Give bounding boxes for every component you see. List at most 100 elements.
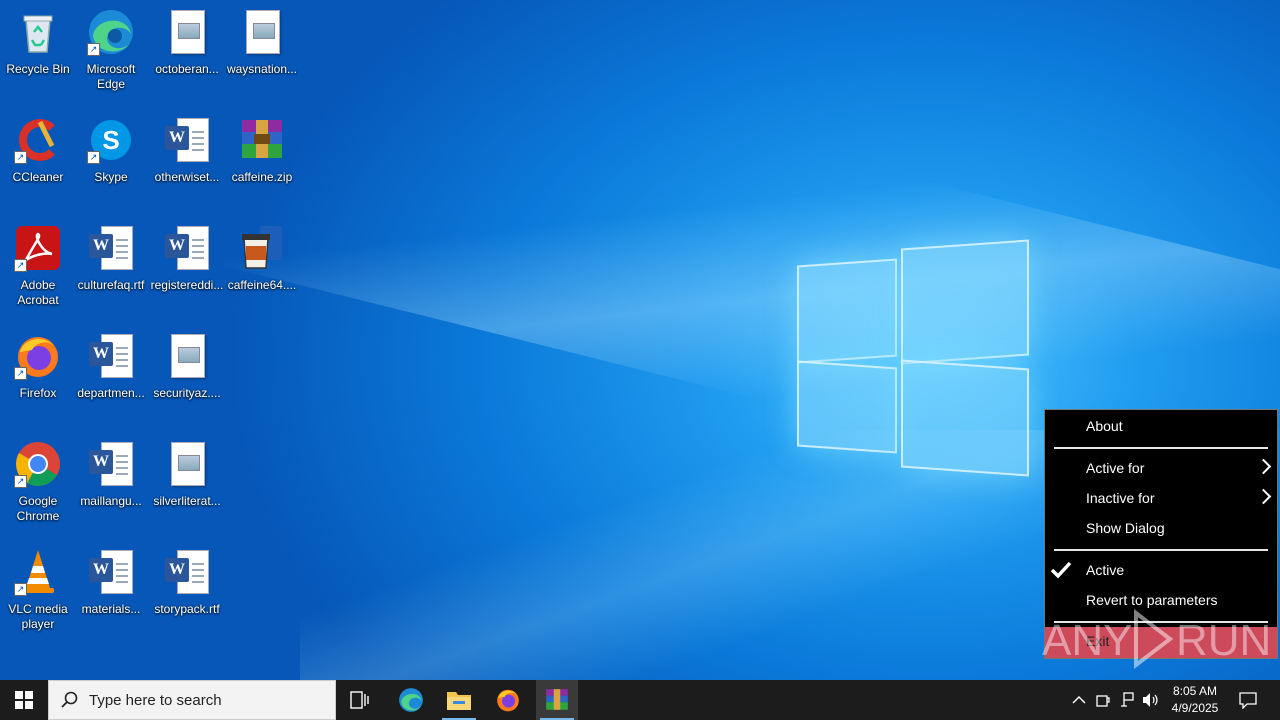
menu-item-about[interactable]: About bbox=[1045, 412, 1277, 442]
desktop-icon-word-rtf[interactable]: W registereddi... bbox=[149, 224, 225, 293]
svg-text:S: S bbox=[102, 125, 119, 155]
tray-volume-button[interactable] bbox=[1140, 680, 1162, 720]
taskbar-search-box[interactable]: Type here to search bbox=[48, 680, 336, 720]
image-file-icon bbox=[238, 8, 286, 56]
desktop-icon-word-rtf[interactable]: W materials... bbox=[73, 548, 149, 617]
winrar-archive-icon bbox=[238, 116, 286, 164]
menu-item-inactive-for[interactable]: Inactive for bbox=[1045, 484, 1277, 514]
taskbar-file-explorer[interactable] bbox=[438, 680, 480, 720]
desktop-icon-google-chrome[interactable]: ↗ Google Chrome bbox=[0, 440, 76, 524]
icon-label: CCleaner bbox=[12, 170, 64, 184]
icon-label: registereddi... bbox=[150, 278, 224, 292]
menu-item-label: Inactive for bbox=[1086, 490, 1155, 506]
taskbar-edge[interactable] bbox=[390, 680, 432, 720]
menu-item-revert[interactable]: Revert to parameters bbox=[1045, 586, 1277, 616]
desktop-icon-image-file[interactable]: octoberan... bbox=[149, 8, 225, 77]
shortcut-arrow-icon: ↗ bbox=[87, 151, 100, 164]
task-view-button[interactable] bbox=[340, 680, 380, 720]
word-document-icon: W bbox=[163, 224, 211, 272]
menu-item-label: Exit bbox=[1086, 633, 1110, 649]
taskbar: Type here to search bbox=[0, 680, 1280, 720]
word-document-icon: W bbox=[87, 548, 135, 596]
tray-context-menu: About Active for Inactive for Show Dialo… bbox=[1044, 409, 1278, 659]
icon-label: Recycle Bin bbox=[6, 62, 70, 76]
icon-label: waysnation... bbox=[226, 62, 298, 76]
desktop-icon-word-rtf[interactable]: W departmen... bbox=[73, 332, 149, 401]
icon-label: Adobe Acrobat bbox=[17, 278, 59, 307]
menu-item-label: Active bbox=[1086, 562, 1125, 578]
icon-label: Skype bbox=[94, 170, 128, 184]
windows-start-icon bbox=[15, 691, 33, 709]
firefox-icon bbox=[497, 689, 519, 712]
desktop-icon-word-rtf[interactable]: W otherwiset... bbox=[149, 116, 225, 185]
shortcut-arrow-icon: ↗ bbox=[14, 583, 27, 596]
icon-label: silverliterat... bbox=[153, 494, 221, 508]
desktop-icon-image-file[interactable]: silverliterat... bbox=[149, 440, 225, 509]
desktop-icon-adobe-acrobat[interactable]: ↗ Adobe Acrobat bbox=[0, 224, 76, 308]
skype-icon: S ↗ bbox=[87, 116, 135, 164]
tray-network-button[interactable] bbox=[1116, 680, 1138, 720]
desktop-icon-caffeine64[interactable]: caffeine64.... bbox=[224, 224, 300, 293]
menu-item-label: Active for bbox=[1086, 460, 1145, 476]
desktop-icon-microsoft-edge[interactable]: ↗ Microsoft Edge bbox=[73, 8, 149, 92]
clock-date: 4/9/2025 bbox=[1171, 701, 1219, 715]
action-center-button[interactable] bbox=[1228, 680, 1268, 720]
icon-label: culturefaq.rtf bbox=[77, 278, 145, 292]
menu-item-active[interactable]: Active bbox=[1045, 556, 1277, 586]
image-file-icon bbox=[163, 332, 211, 380]
icon-label: Microsoft Edge bbox=[86, 62, 136, 91]
menu-item-active-for[interactable]: Active for bbox=[1045, 454, 1277, 484]
menu-item-label: Revert to parameters bbox=[1086, 592, 1218, 608]
recycle-bin-icon bbox=[14, 8, 62, 56]
desktop-icon-ccleaner[interactable]: ↗ CCleaner bbox=[0, 116, 76, 185]
icon-label: VLC media player bbox=[8, 602, 68, 631]
edge-icon bbox=[399, 688, 423, 712]
icon-label: securityaz.... bbox=[153, 386, 221, 400]
word-document-icon: W bbox=[163, 548, 211, 596]
desktop-icon-vlc[interactable]: ↗ VLC media player bbox=[0, 548, 76, 632]
icon-label: storypack.rtf bbox=[154, 602, 220, 616]
taskbar-firefox[interactable] bbox=[487, 680, 529, 720]
icon-label: materials... bbox=[81, 602, 141, 616]
icon-label: caffeine64.... bbox=[227, 278, 297, 292]
icon-label: maillangu... bbox=[80, 494, 142, 508]
menu-item-exit[interactable]: Exit bbox=[1045, 627, 1277, 658]
icon-label: Google Chrome bbox=[16, 494, 60, 523]
winrar-icon bbox=[546, 689, 568, 710]
menu-item-label: Show Dialog bbox=[1086, 520, 1165, 536]
folder-icon bbox=[447, 692, 471, 710]
chevron-up-icon bbox=[1072, 695, 1086, 704]
desktop-icon-word-rtf[interactable]: W maillangu... bbox=[73, 440, 149, 509]
edge-icon: ↗ bbox=[87, 8, 135, 56]
task-view-icon bbox=[350, 691, 369, 709]
taskbar-clock[interactable]: 8:05 AM 4/9/2025 bbox=[1168, 683, 1222, 717]
desktop-icon-recycle-bin[interactable]: Recycle Bin bbox=[0, 8, 76, 77]
desktop-icon-image-file[interactable]: waysnation... bbox=[224, 8, 300, 77]
taskbar-winrar[interactable] bbox=[536, 680, 578, 720]
icon-label: departmen... bbox=[77, 386, 145, 400]
desktop-icon-firefox[interactable]: ↗ Firefox bbox=[0, 332, 76, 401]
submenu-arrow-icon bbox=[1255, 458, 1272, 475]
volume-icon bbox=[1143, 693, 1158, 707]
desktop-icon-word-rtf[interactable]: W storypack.rtf bbox=[149, 548, 225, 617]
show-hidden-icons-button[interactable] bbox=[1068, 680, 1090, 720]
menu-item-show-dialog[interactable]: Show Dialog bbox=[1045, 514, 1277, 544]
desktop-icon-caffeine-zip[interactable]: caffeine.zip bbox=[224, 116, 300, 185]
shortcut-arrow-icon: ↗ bbox=[14, 475, 27, 488]
icon-label: octoberan... bbox=[155, 62, 219, 76]
word-document-icon: W bbox=[87, 224, 135, 272]
word-document-icon: W bbox=[87, 332, 135, 380]
shortcut-arrow-icon: ↗ bbox=[14, 151, 27, 164]
word-document-icon: W bbox=[87, 440, 135, 488]
desktop-icon-image-file[interactable]: securityaz.... bbox=[149, 332, 225, 401]
ccleaner-icon: ↗ bbox=[14, 116, 62, 164]
shortcut-arrow-icon: ↗ bbox=[87, 43, 100, 56]
search-icon bbox=[61, 691, 78, 708]
search-placeholder: Type here to search bbox=[89, 691, 222, 709]
start-button[interactable] bbox=[0, 680, 48, 720]
submenu-arrow-icon bbox=[1255, 488, 1272, 505]
desktop-icon-word-rtf[interactable]: W culturefaq.rtf bbox=[73, 224, 149, 293]
desktop-icon-skype[interactable]: S ↗ Skype bbox=[73, 116, 149, 185]
tray-caffeine-button[interactable] bbox=[1092, 680, 1114, 720]
word-document-icon: W bbox=[163, 116, 211, 164]
